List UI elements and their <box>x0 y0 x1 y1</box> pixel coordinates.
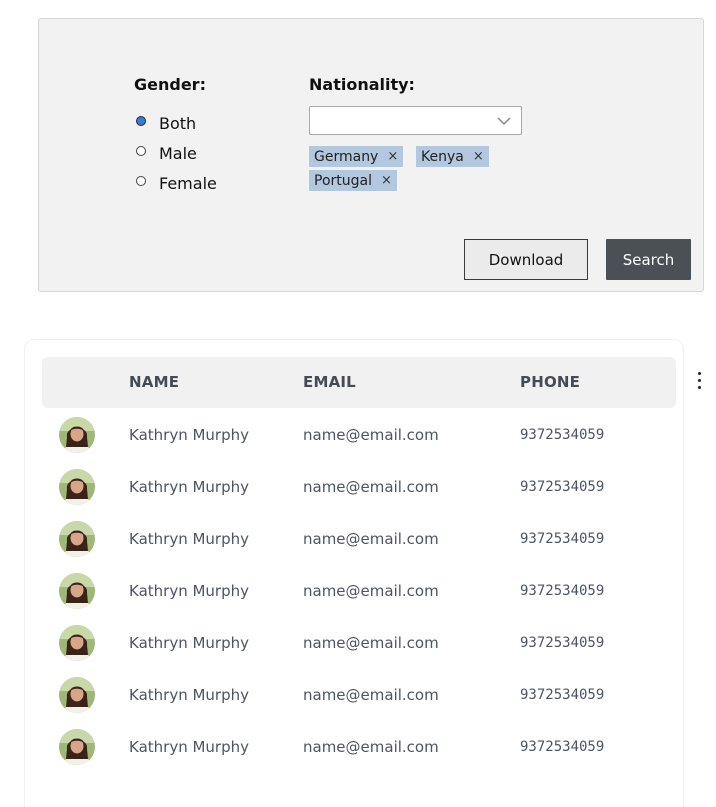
avatar <box>59 625 95 661</box>
avatar <box>59 521 95 557</box>
radio-both-label: Both <box>159 113 197 133</box>
gender-heading: Gender: <box>134 75 206 94</box>
cell-phone: 9372534059 <box>520 635 605 651</box>
cell-email: name@email.com <box>303 686 439 704</box>
cell-name: Kathryn Murphy <box>129 634 249 652</box>
search-button[interactable]: Search <box>606 239 691 280</box>
nationality-heading: Nationality: <box>309 75 415 94</box>
table-row[interactable]: Kathryn Murphy name@email.com 9372534059 <box>42 573 676 625</box>
avatar <box>59 573 95 609</box>
gender-radio-female[interactable]: Female <box>136 172 217 194</box>
cell-name: Kathryn Murphy <box>129 686 249 704</box>
filter-panel: Gender: Both Male Female Nationality: Ge… <box>38 18 704 292</box>
cell-phone: 9372534059 <box>520 739 605 755</box>
table-row[interactable]: Kathryn Murphy name@email.com 9372534059 <box>42 417 676 469</box>
download-button[interactable]: Download <box>464 239 588 280</box>
cell-name: Kathryn Murphy <box>129 582 249 600</box>
avatar <box>59 677 95 713</box>
cell-phone: 9372534059 <box>520 531 605 547</box>
cell-name: Kathryn Murphy <box>129 478 249 496</box>
avatar <box>59 417 95 453</box>
cell-phone: 9372534059 <box>520 479 605 495</box>
table-row[interactable]: Kathryn Murphy name@email.com 9372534059 <box>42 625 676 677</box>
nationality-tag-kenya: Kenya × <box>416 146 489 167</box>
radio-male-label: Male <box>159 143 197 163</box>
column-header-name[interactable]: NAME <box>129 373 179 391</box>
table-row[interactable]: Kathryn Murphy name@email.com 9372534059 <box>42 521 676 573</box>
gender-radio-both[interactable]: Both <box>136 112 196 134</box>
nationality-tag-germany: Germany × <box>309 146 404 167</box>
close-icon[interactable]: × <box>473 150 484 163</box>
kebab-menu-icon[interactable] <box>693 370 707 392</box>
cell-phone: 9372534059 <box>520 427 605 443</box>
cell-email: name@email.com <box>303 582 439 600</box>
table-row[interactable]: Kathryn Murphy name@email.com 9372534059 <box>42 469 676 521</box>
avatar <box>59 469 95 505</box>
close-icon[interactable]: × <box>381 174 392 187</box>
cell-email: name@email.com <box>303 426 439 444</box>
tag-label: Germany <box>314 148 379 165</box>
column-header-email[interactable]: EMAIL <box>303 373 356 391</box>
avatar <box>59 729 95 765</box>
cell-phone: 9372534059 <box>520 583 605 599</box>
tag-label: Portugal <box>314 172 372 189</box>
nationality-tag-portugal: Portugal × <box>309 170 397 191</box>
chevron-down-icon[interactable] <box>497 114 511 128</box>
radio-female-indicator[interactable] <box>136 176 146 186</box>
cell-email: name@email.com <box>303 478 439 496</box>
gender-radio-male[interactable]: Male <box>136 142 197 164</box>
column-header-phone[interactable]: PHONE <box>520 373 580 391</box>
tag-label: Kenya <box>421 148 464 165</box>
cell-phone: 9372534059 <box>520 687 605 703</box>
cell-email: name@email.com <box>303 634 439 652</box>
radio-male-indicator[interactable] <box>136 146 146 156</box>
cell-name: Kathryn Murphy <box>129 738 249 756</box>
cell-name: Kathryn Murphy <box>129 530 249 548</box>
cell-email: name@email.com <box>303 738 439 756</box>
table-row[interactable]: Kathryn Murphy name@email.com 9372534059 <box>42 677 676 729</box>
radio-female-label: Female <box>159 173 217 193</box>
cell-email: name@email.com <box>303 530 439 548</box>
table-row[interactable]: Kathryn Murphy name@email.com 9372534059 <box>42 729 676 781</box>
cell-name: Kathryn Murphy <box>129 426 249 444</box>
close-icon[interactable]: × <box>387 150 398 163</box>
radio-both-indicator[interactable] <box>136 116 146 126</box>
nationality-select[interactable] <box>309 106 522 135</box>
